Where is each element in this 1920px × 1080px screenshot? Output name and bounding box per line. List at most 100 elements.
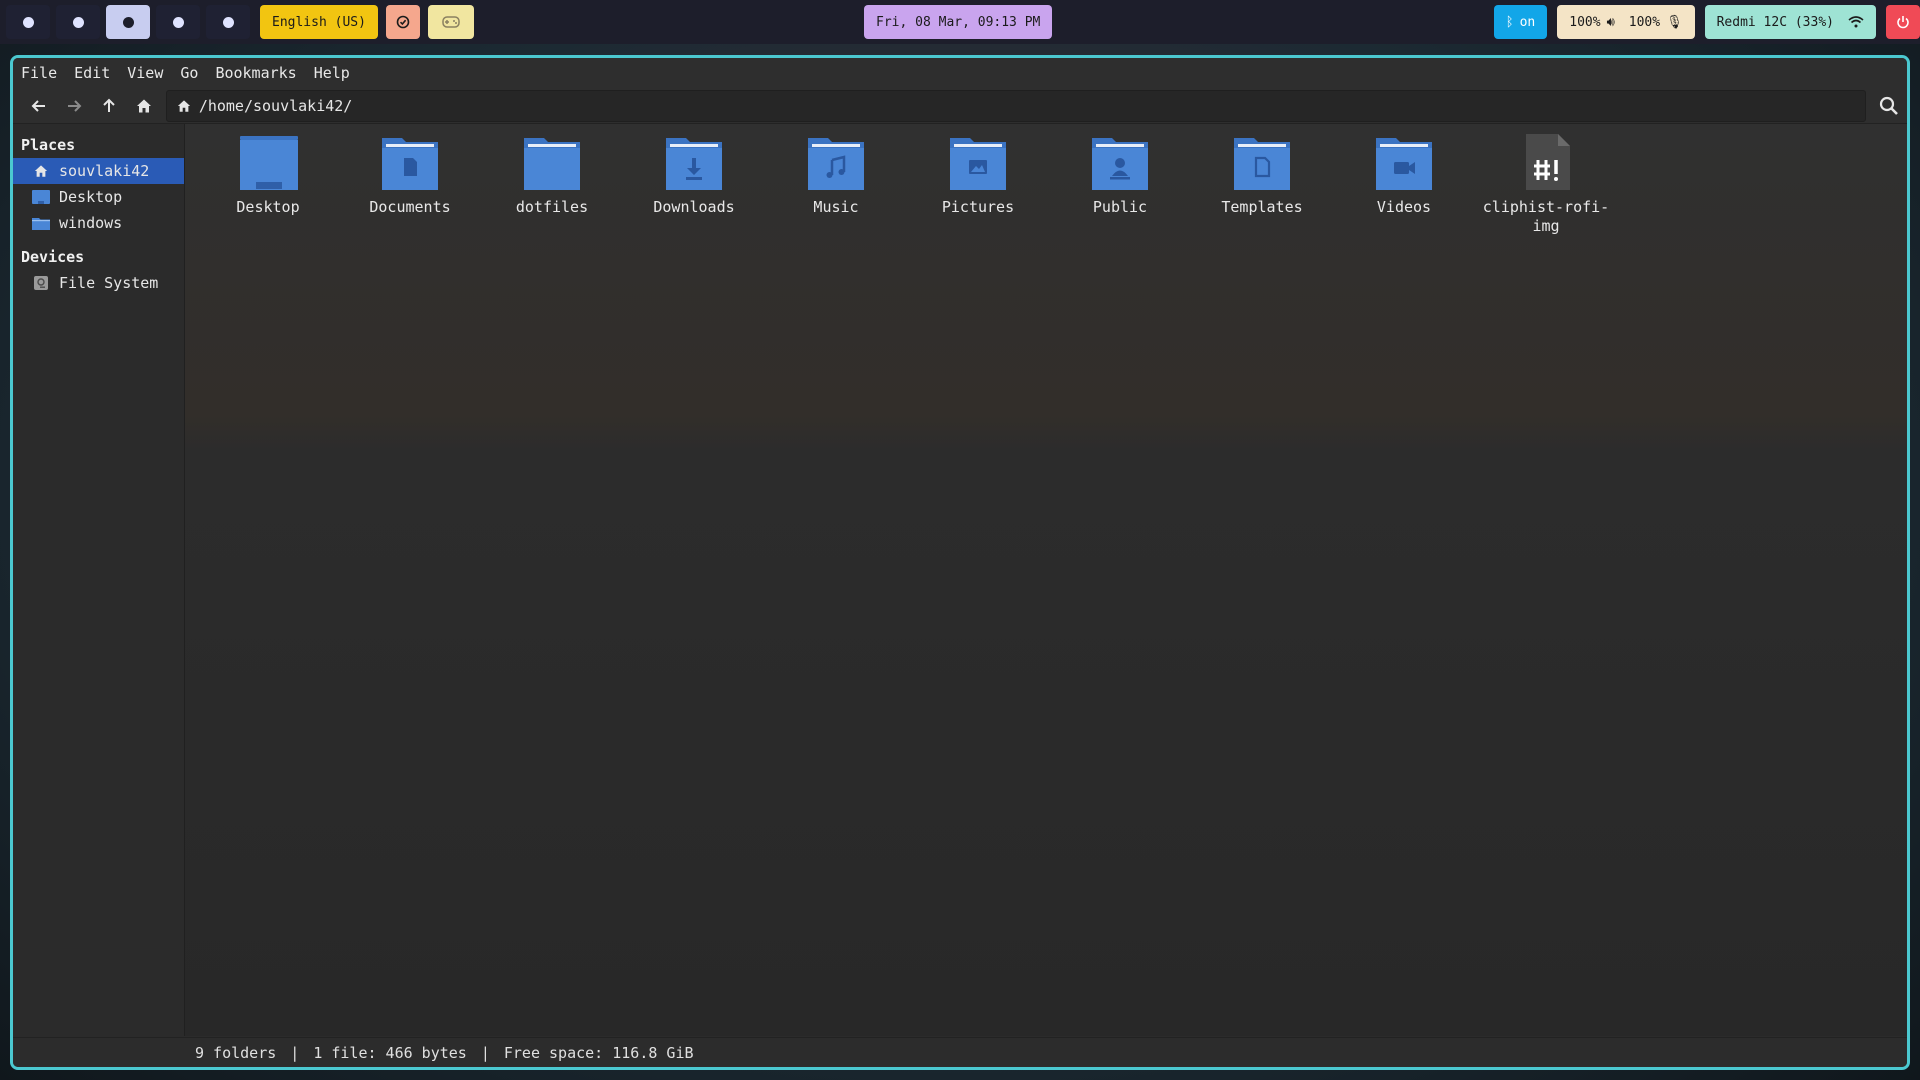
places-heading: Places	[21, 136, 76, 154]
folder-count-text: 9 folders	[195, 1043, 277, 1062]
check-circle-icon[interactable]	[385, 5, 420, 39]
file-item[interactable]: Music	[765, 132, 907, 236]
workspace-dot-icon	[222, 16, 234, 28]
file-item[interactable]: Videos	[1333, 132, 1475, 236]
pictures-folder-icon	[950, 138, 1006, 190]
sidebar: Places souvlaki42 Desktop windows Device…	[13, 124, 185, 1036]
documents-folder-icon	[382, 138, 438, 190]
location-bar[interactable]: /home/souvlaki42/	[165, 89, 1866, 122]
power-icon	[1897, 16, 1909, 29]
home-icon	[31, 163, 51, 179]
search-button[interactable]	[1872, 90, 1907, 122]
menu-edit[interactable]: Edit	[74, 64, 110, 82]
workspace-3-button[interactable]	[106, 5, 150, 39]
file-item[interactable]: Downloads	[623, 132, 765, 236]
home-button[interactable]	[127, 90, 162, 122]
menu-go[interactable]: Go	[180, 64, 198, 82]
file-item[interactable]: Pictures	[907, 132, 1049, 236]
content-area: Places souvlaki42 Desktop windows Device…	[13, 124, 1907, 1036]
folder-icon	[31, 215, 51, 231]
file-name: Desktop	[236, 198, 300, 216]
location-path-text: /home/souvlaki42/	[198, 96, 353, 115]
back-button[interactable]	[21, 90, 56, 122]
top-panel: English (US) Fri, 08 Mar, 09:13 PM ᛒ on …	[0, 0, 1920, 44]
file-view[interactable]: Desktop Documents dotfiles Downloads Mus…	[185, 124, 1907, 1036]
file-item[interactable]: cliphist-rofi-img	[1475, 132, 1617, 236]
home-icon	[177, 99, 190, 112]
file-name: dotfiles	[515, 198, 589, 216]
script-file-icon	[1526, 134, 1570, 190]
menu-bookmarks[interactable]: Bookmarks	[215, 64, 296, 82]
devices-heading: Devices	[21, 248, 85, 266]
workspace-2-button[interactable]	[56, 5, 100, 39]
file-name: Templates	[1221, 198, 1303, 216]
music-folder-icon	[808, 138, 864, 190]
templates-folder-icon	[1234, 138, 1290, 190]
file-name: Public	[1092, 198, 1148, 216]
videos-folder-icon	[1376, 138, 1432, 190]
power-button[interactable]	[1886, 5, 1920, 39]
menu-help[interactable]: Help	[314, 64, 350, 82]
forward-button[interactable]	[56, 90, 91, 122]
icon-grid: Desktop Documents dotfiles Downloads Mus…	[185, 124, 1907, 236]
file-item[interactable]: Public	[1049, 132, 1191, 236]
sidebar-item-label: souvlaki42	[59, 162, 150, 180]
sidebar-item-home[interactable]: souvlaki42	[13, 158, 184, 184]
free-space-text: Free space: 116.8 GiB	[503, 1043, 694, 1062]
clock-widget[interactable]: Fri, 08 Mar, 09:13 PM	[864, 5, 1053, 39]
folder-icon	[524, 138, 580, 190]
arrow-up-icon	[103, 98, 115, 112]
audio-indicator[interactable]: 100% 🔊︎ 100% 🎙︎	[1557, 5, 1695, 39]
drive-icon	[31, 275, 51, 291]
sidebar-item-label: Desktop	[59, 188, 123, 206]
file-name: Pictures	[941, 198, 1015, 216]
file-item[interactable]: Templates	[1191, 132, 1333, 236]
workspace-1-button[interactable]	[6, 5, 50, 39]
sidebar-item-windows[interactable]: windows	[13, 210, 184, 236]
file-name: Music	[813, 198, 859, 216]
parent-folder-button[interactable]	[91, 90, 126, 122]
volume-level-text: 100%	[1569, 14, 1601, 30]
arrow-right-icon	[67, 99, 82, 112]
sidebar-item-desktop[interactable]: Desktop	[13, 184, 184, 210]
file-item[interactable]: Desktop	[197, 132, 339, 236]
bluetooth-status-text: on	[1519, 14, 1536, 30]
menu-bar: File Edit View Go Bookmarks Help	[13, 58, 1907, 88]
file-name: cliphist-rofi-img	[1482, 198, 1610, 235]
mic-level-text: 100%	[1628, 14, 1661, 30]
menu-view[interactable]: View	[127, 64, 163, 82]
speaker-icon: 🔊︎	[1606, 14, 1615, 30]
menu-file[interactable]: File	[21, 64, 57, 82]
downloads-folder-icon	[666, 138, 722, 190]
status-separator: |	[480, 1043, 490, 1062]
file-count-text: 1 file: 466 bytes	[313, 1043, 467, 1062]
file-item[interactable]: Documents	[339, 132, 481, 236]
toolbar: /home/souvlaki42/	[13, 88, 1907, 124]
file-name: Documents	[369, 198, 451, 216]
file-name: Downloads	[653, 198, 735, 216]
bluetooth-icon: ᛒ	[1505, 14, 1514, 30]
workspace-dot-icon	[72, 16, 84, 28]
file-item[interactable]: dotfiles	[481, 132, 623, 236]
home-icon	[137, 99, 152, 112]
bluetooth-indicator[interactable]: ᛒ on	[1493, 5, 1548, 39]
network-name-text: Redmi 12C (33%)	[1716, 14, 1834, 30]
workspace-4-button[interactable]	[156, 5, 200, 39]
arrow-left-icon	[31, 99, 45, 112]
network-indicator[interactable]: Redmi 12C (33%)	[1704, 5, 1876, 39]
sidebar-item-label: windows	[59, 214, 123, 232]
microphone-icon: 🎙︎	[1666, 14, 1683, 30]
status-bar: 9 folders | 1 file: 466 bytes | Free spa…	[13, 1037, 1907, 1067]
wifi-icon	[1848, 16, 1864, 28]
desktop-icon	[31, 189, 51, 205]
workspace-dot-icon	[122, 16, 134, 28]
gamepad-icon[interactable]	[427, 5, 474, 39]
sidebar-item-label: File System	[59, 274, 159, 292]
sidebar-item-file-system[interactable]: File System	[13, 270, 184, 296]
keyboard-layout-indicator[interactable]: English (US)	[260, 5, 378, 39]
workspace-5-button[interactable]	[206, 5, 250, 39]
search-icon	[1880, 96, 1899, 115]
file-manager-window: File Edit View Go Bookmarks Help /home/s…	[10, 55, 1910, 1070]
workspace-dot-icon	[22, 16, 34, 28]
file-name: Videos	[1376, 198, 1432, 216]
